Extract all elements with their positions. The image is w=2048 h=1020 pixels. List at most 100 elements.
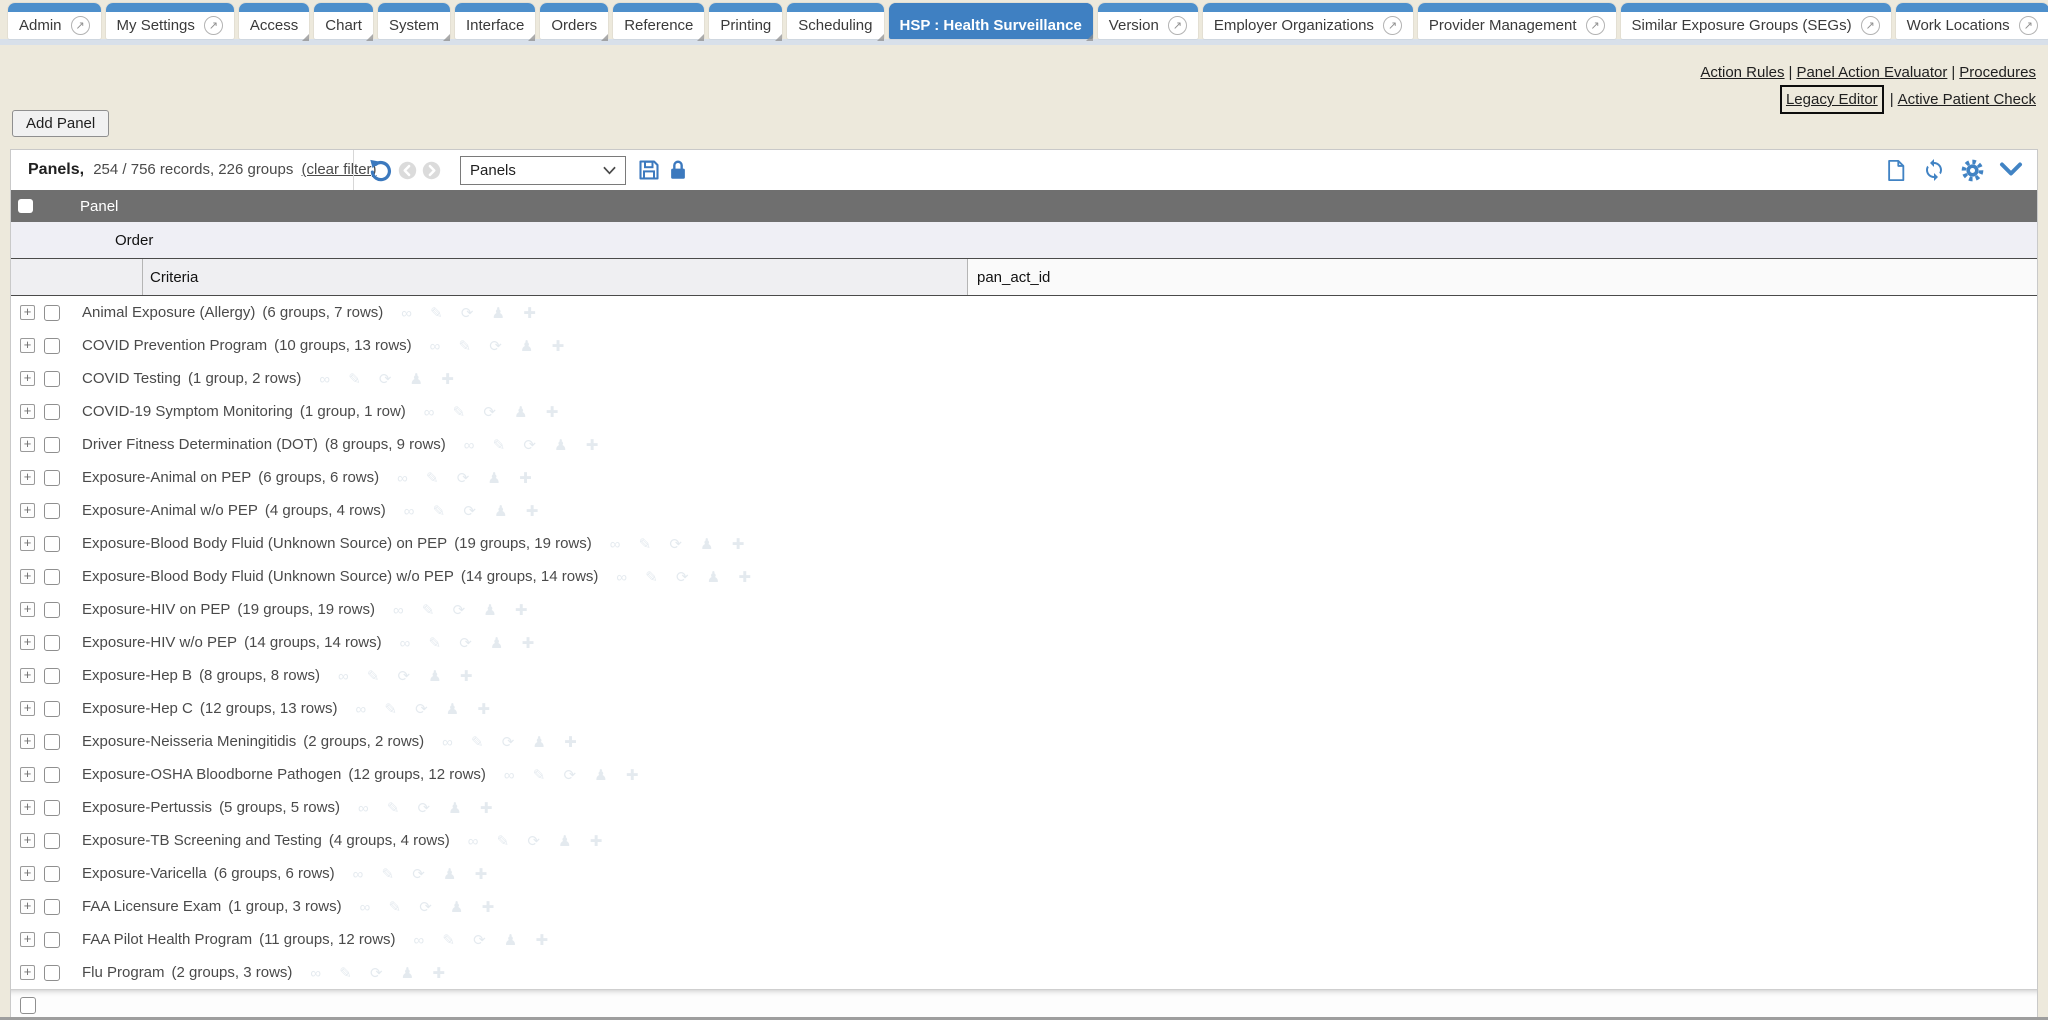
expand-plus-icon[interactable]: + — [20, 701, 35, 716]
new-record-icon[interactable] — [1885, 158, 1907, 183]
table-row[interactable]: + COVID Prevention Program (10 groups, 1… — [11, 329, 2037, 362]
row-checkbox[interactable] — [44, 569, 60, 585]
table-row[interactable]: + Exposure-Hep B (8 groups, 8 rows) ∞ ✎ … — [11, 659, 2037, 692]
collapse-chevron-icon[interactable] — [1999, 161, 2023, 179]
table-row[interactable]: + Exposure-Hep C (12 groups, 13 rows) ∞ … — [11, 692, 2037, 725]
tab-access[interactable]: Access — [239, 3, 309, 39]
table-row[interactable]: + Driver Fitness Determination (DOT) (8 … — [11, 428, 2037, 461]
row-checkbox[interactable] — [44, 635, 60, 651]
tab-admin[interactable]: Admin ↗ — [8, 3, 101, 39]
expand-plus-icon[interactable]: + — [20, 800, 35, 815]
expand-plus-icon[interactable]: + — [20, 635, 35, 650]
external-link-icon[interactable]: ↗ — [1168, 16, 1187, 35]
pan-act-id-column-header[interactable]: pan_act_id — [968, 259, 2037, 295]
expand-plus-icon[interactable]: + — [20, 536, 35, 551]
add-panel-button[interactable]: Add Panel — [12, 110, 109, 137]
previous-record-icon[interactable] — [398, 161, 417, 180]
select-all-checkbox[interactable] — [18, 199, 33, 213]
external-link-icon[interactable]: ↗ — [71, 16, 90, 35]
expand-plus-icon[interactable]: + — [20, 338, 35, 353]
link-legacy-editor[interactable]: Legacy Editor — [1786, 91, 1878, 108]
tab-interface[interactable]: Interface — [455, 3, 535, 39]
row-checkbox[interactable] — [44, 932, 60, 948]
row-checkbox[interactable] — [44, 338, 60, 354]
tab-reference[interactable]: Reference — [613, 3, 704, 39]
row-checkbox[interactable] — [44, 767, 60, 783]
row-checkbox[interactable] — [44, 371, 60, 387]
table-row[interactable]: + Flu Program (2 groups, 3 rows) ∞ ✎ ⟳ ♟… — [11, 956, 2037, 989]
external-link-icon[interactable]: ↗ — [2019, 16, 2038, 35]
footer-checkbox[interactable] — [20, 997, 36, 1014]
expand-plus-icon[interactable]: + — [20, 899, 35, 914]
expand-plus-icon[interactable]: + — [20, 833, 35, 848]
expand-plus-icon[interactable]: + — [20, 437, 35, 452]
tab-orders[interactable]: Orders — [540, 3, 608, 39]
view-select[interactable]: Panels — [460, 156, 626, 185]
link-action-rules[interactable]: Action Rules — [1700, 64, 1784, 81]
row-checkbox[interactable] — [44, 602, 60, 618]
tab-my-settings[interactable]: My Settings ↗ — [106, 3, 234, 39]
expand-plus-icon[interactable]: + — [20, 965, 35, 980]
tab-work-locations[interactable]: Work Locations ↗ — [1896, 3, 2048, 39]
link-active-patient-check[interactable]: Active Patient Check — [1898, 91, 2036, 108]
criteria-column-header[interactable]: Criteria — [143, 259, 968, 295]
external-link-icon[interactable]: ↗ — [1861, 16, 1880, 35]
expand-plus-icon[interactable]: + — [20, 767, 35, 782]
link-panel-action-evaluator[interactable]: Panel Action Evaluator — [1796, 64, 1947, 81]
table-row[interactable]: + Exposure-Varicella (6 groups, 6 rows) … — [11, 857, 2037, 890]
table-row[interactable]: + Exposure-OSHA Bloodborne Pathogen (12 … — [11, 758, 2037, 791]
table-row[interactable]: + Exposure-Blood Body Fluid (Unknown Sou… — [11, 560, 2037, 593]
table-row[interactable]: + FAA Licensure Exam (1 group, 3 rows) ∞… — [11, 890, 2037, 923]
clear-filter-link[interactable]: (clear filter) — [302, 161, 377, 178]
link-procedures[interactable]: Procedures — [1959, 64, 2036, 81]
expand-plus-icon[interactable]: + — [20, 668, 35, 683]
table-row[interactable]: + Exposure-Neisseria Meningitidis (2 gro… — [11, 725, 2037, 758]
tab-system[interactable]: System — [378, 3, 450, 39]
table-row[interactable]: + Exposure-HIV on PEP (19 groups, 19 row… — [11, 593, 2037, 626]
tab-version[interactable]: Version ↗ — [1098, 3, 1198, 39]
save-icon[interactable] — [637, 158, 661, 182]
row-checkbox[interactable] — [44, 503, 60, 519]
table-row[interactable]: + Animal Exposure (Allergy) (6 groups, 7… — [11, 296, 2037, 329]
external-link-icon[interactable]: ↗ — [1586, 16, 1605, 35]
tab-provider-management[interactable]: Provider Management ↗ — [1418, 3, 1616, 39]
external-link-icon[interactable]: ↗ — [204, 16, 223, 35]
table-row[interactable]: + COVID Testing (1 group, 2 rows) ∞ ✎ ⟳ … — [11, 362, 2037, 395]
settings-gear-icon[interactable] — [1961, 159, 1984, 182]
table-row[interactable]: + Exposure-HIV w/o PEP (14 groups, 14 ro… — [11, 626, 2037, 659]
tab-hsp-health-surveillance[interactable]: HSP : Health Surveillance — [889, 3, 1093, 39]
row-checkbox[interactable] — [44, 470, 60, 486]
refresh-icon[interactable] — [1922, 158, 1946, 182]
table-row[interactable]: + Exposure-Animal w/o PEP (4 groups, 4 r… — [11, 494, 2037, 527]
expand-plus-icon[interactable]: + — [20, 602, 35, 617]
undo-icon[interactable] — [368, 158, 393, 183]
row-checkbox[interactable] — [44, 668, 60, 684]
row-checkbox[interactable] — [44, 536, 60, 552]
tab-chart[interactable]: Chart — [314, 3, 373, 39]
expand-plus-icon[interactable]: + — [20, 569, 35, 584]
table-row[interactable]: + COVID-19 Symptom Monitoring (1 group, … — [11, 395, 2037, 428]
row-checkbox[interactable] — [44, 701, 60, 717]
expand-plus-icon[interactable]: + — [20, 470, 35, 485]
external-link-icon[interactable]: ↗ — [1383, 16, 1402, 35]
tab-employer-organizations[interactable]: Employer Organizations ↗ — [1203, 3, 1413, 39]
row-checkbox[interactable] — [44, 800, 60, 816]
expand-plus-icon[interactable]: + — [20, 404, 35, 419]
row-checkbox[interactable] — [44, 404, 60, 420]
tab-similar-exposure-groups-segs[interactable]: Similar Exposure Groups (SEGs) ↗ — [1621, 3, 1891, 39]
expand-plus-icon[interactable]: + — [20, 866, 35, 881]
row-checkbox[interactable] — [44, 965, 60, 981]
table-row[interactable]: + FAA Pilot Health Program (11 groups, 1… — [11, 923, 2037, 956]
tab-printing[interactable]: Printing — [709, 3, 782, 39]
table-row[interactable]: + Exposure-Animal on PEP (6 groups, 6 ro… — [11, 461, 2037, 494]
table-row[interactable]: + Exposure-Pertussis (5 groups, 5 rows) … — [11, 791, 2037, 824]
row-checkbox[interactable] — [44, 833, 60, 849]
expand-plus-icon[interactable]: + — [20, 503, 35, 518]
row-checkbox[interactable] — [44, 734, 60, 750]
lock-icon[interactable] — [667, 158, 689, 182]
tab-scheduling[interactable]: Scheduling — [787, 3, 883, 39]
expand-plus-icon[interactable]: + — [20, 371, 35, 386]
row-checkbox[interactable] — [44, 305, 60, 321]
row-checkbox[interactable] — [44, 899, 60, 915]
expand-plus-icon[interactable]: + — [20, 734, 35, 749]
